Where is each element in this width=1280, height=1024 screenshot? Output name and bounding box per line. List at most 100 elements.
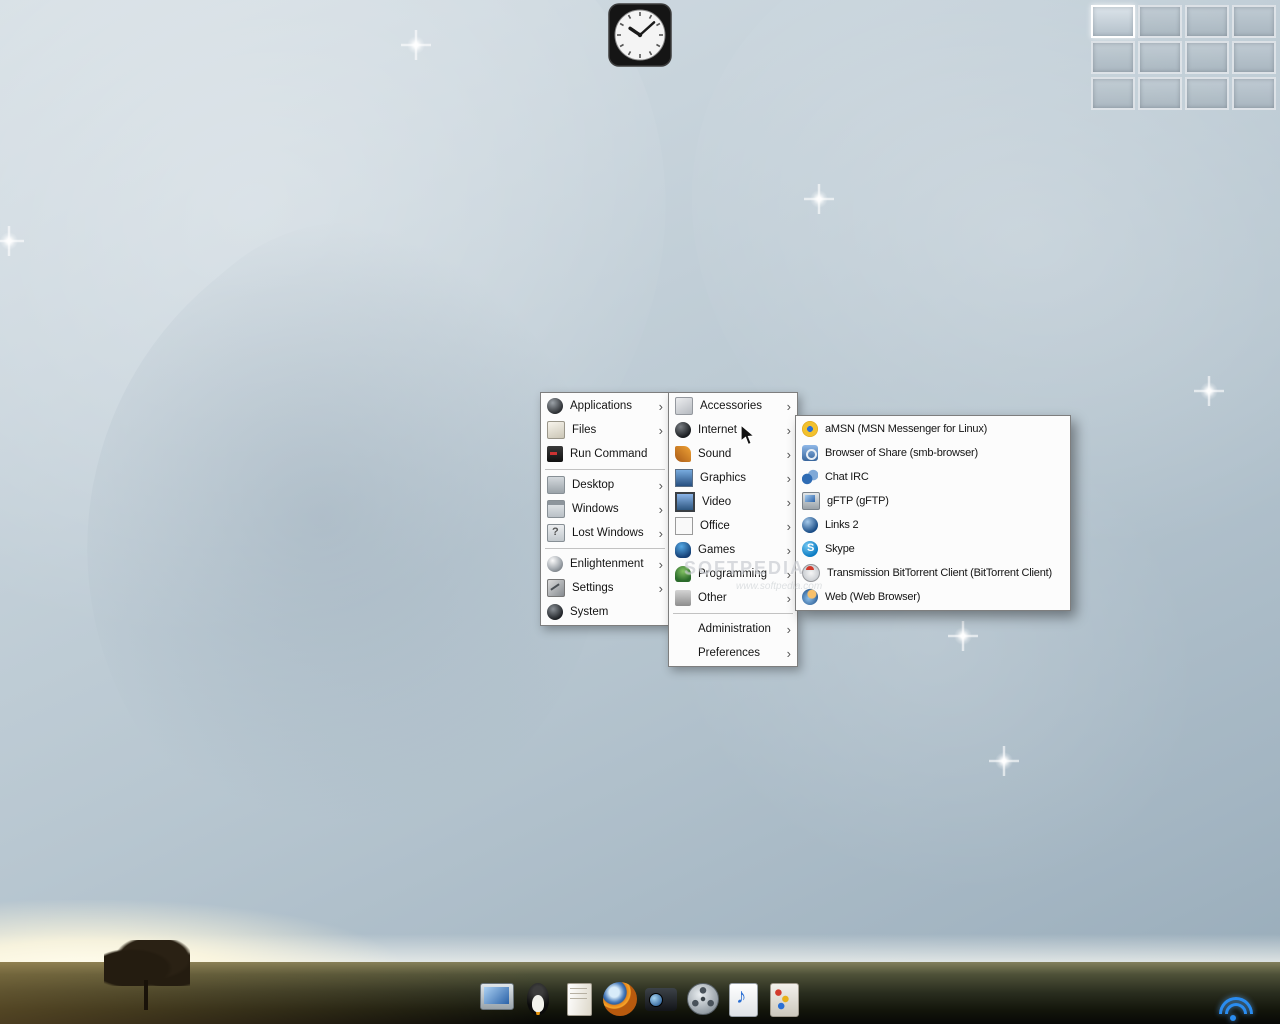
menu-item-preferences[interactable]: Preferences › — [670, 641, 796, 665]
menu-item-amsn[interactable]: aMSN (MSN Messenger for Linux) — [797, 417, 1069, 441]
files-icon[interactable] — [560, 980, 598, 1018]
desktop[interactable]: Applications › Files › Run Command Deskt… — [0, 0, 1280, 1024]
menu-item-links2[interactable]: Links 2 — [797, 513, 1069, 537]
menu-item-label: Enlightenment — [570, 558, 653, 570]
pager-cell[interactable] — [1185, 41, 1229, 74]
pager-cell[interactable] — [1091, 77, 1135, 110]
submenu-arrow-icon: › — [787, 544, 791, 557]
menu-item-internet[interactable]: Internet › — [670, 418, 796, 442]
menu-item-sound[interactable]: Sound › — [670, 442, 796, 466]
clock-gadget[interactable] — [608, 3, 672, 67]
menu-item-label: Video — [702, 496, 781, 508]
pager-cell[interactable] — [1185, 5, 1229, 38]
menu-item-lost-windows[interactable]: Lost Windows › — [542, 521, 668, 545]
movie-reel-icon[interactable] — [683, 980, 721, 1018]
menu-item-run-command[interactable]: Run Command — [542, 442, 668, 466]
menu-item-games[interactable]: Games › — [670, 538, 796, 562]
menu-item-graphics[interactable]: Graphics › — [670, 466, 796, 490]
ibar-dock — [478, 980, 803, 1018]
menu-item-label: Desktop — [572, 479, 653, 491]
submenu-arrow-icon: › — [787, 424, 791, 437]
image-editor-icon[interactable] — [765, 980, 803, 1018]
accessories-icon — [675, 397, 693, 415]
wifi-arc — [1219, 997, 1253, 1014]
menu-item-web-browser[interactable]: Web (Web Browser) — [797, 585, 1069, 609]
menu-item-skype[interactable]: Skype — [797, 537, 1069, 561]
blank-icon — [675, 645, 691, 661]
menu-item-system[interactable]: System — [542, 600, 668, 624]
menu-item-office[interactable]: Office › — [670, 514, 796, 538]
system-icon — [547, 604, 563, 620]
submenu-arrow-icon: › — [787, 568, 791, 581]
menu-item-transmission[interactable]: Transmission BitTorrent Client (BitTorre… — [797, 561, 1069, 585]
pager-cell[interactable] — [1232, 41, 1276, 74]
firefox-icon[interactable] — [601, 980, 639, 1018]
menu-item-gftp[interactable]: gFTP (gFTP) — [797, 489, 1069, 513]
pager-cell[interactable] — [1185, 77, 1229, 110]
menu-item-label: Skype — [825, 543, 1064, 555]
pager-cell[interactable] — [1232, 77, 1276, 110]
pager-cell[interactable] — [1091, 5, 1135, 38]
sparkle-star — [401, 30, 431, 60]
submenu-arrow-icon: › — [659, 400, 663, 413]
applications-menu: Accessories › Internet › Sound › Graphic… — [668, 392, 798, 667]
folder-icon — [547, 421, 565, 439]
menu-item-files[interactable]: Files › — [542, 418, 668, 442]
wifi-icon[interactable] — [1212, 992, 1254, 1022]
menu-item-label: Transmission BitTorrent Client (BitTorre… — [827, 567, 1064, 579]
menu-item-enlightenment[interactable]: Enlightenment › — [542, 552, 668, 576]
menu-item-label: Links 2 — [825, 519, 1064, 531]
blank-icon — [675, 621, 691, 637]
pager — [1091, 5, 1276, 110]
menu-item-label: gFTP (gFTP) — [827, 495, 1064, 507]
other-icon — [675, 590, 691, 606]
submenu-arrow-icon: › — [787, 472, 791, 485]
menu-item-settings[interactable]: Settings › — [542, 576, 668, 600]
amsn-icon — [802, 421, 818, 437]
menu-item-label: Programming — [698, 568, 781, 580]
menu-item-administration[interactable]: Administration › — [670, 617, 796, 641]
office-icon — [675, 517, 693, 535]
tux-icon[interactable] — [519, 980, 557, 1018]
pager-cell[interactable] — [1138, 41, 1182, 74]
wallpaper-swirl — [527, 249, 1280, 1024]
submenu-arrow-icon: › — [659, 582, 663, 595]
internet-icon — [675, 422, 691, 438]
submenu-arrow-icon: › — [787, 520, 791, 533]
sparkle-star — [804, 184, 834, 214]
sparkle-star — [948, 621, 978, 651]
games-icon — [675, 542, 691, 558]
menu-item-label: Files — [572, 424, 653, 436]
music-icon[interactable] — [724, 980, 762, 1018]
menu-item-smb-browser[interactable]: Browser of Share (smb-browser) — [797, 441, 1069, 465]
menu-item-accessories[interactable]: Accessories › — [670, 394, 796, 418]
submenu-arrow-icon: › — [659, 479, 663, 492]
run-command-icon — [547, 446, 563, 462]
menu-item-label: Accessories — [700, 400, 781, 412]
menu-item-video[interactable]: Video › — [670, 490, 796, 514]
submenu-arrow-icon: › — [787, 448, 791, 461]
sparkle-star — [0, 226, 24, 256]
web-browser-icon — [802, 589, 818, 605]
computer-icon[interactable] — [478, 980, 516, 1018]
pager-cell[interactable] — [1091, 41, 1135, 74]
menu-item-applications[interactable]: Applications › — [542, 394, 668, 418]
video-icon — [675, 492, 695, 512]
menu-item-chat-irc[interactable]: Chat IRC — [797, 465, 1069, 489]
menu-item-label: Web (Web Browser) — [825, 591, 1064, 603]
internet-menu: aMSN (MSN Messenger for Linux) Browser o… — [795, 415, 1071, 611]
menu-item-label: Other — [698, 592, 781, 604]
menu-item-windows[interactable]: Windows › — [542, 497, 668, 521]
pager-cell[interactable] — [1138, 77, 1182, 110]
enlightenment-icon — [547, 556, 563, 572]
menu-item-other[interactable]: Other › — [670, 586, 796, 610]
video-camera-icon[interactable] — [642, 980, 680, 1018]
submenu-arrow-icon: › — [787, 647, 791, 660]
pager-cell[interactable] — [1232, 5, 1276, 38]
menu-item-label: Settings — [572, 582, 653, 594]
pager-cell[interactable] — [1138, 5, 1182, 38]
tree-silhouette — [102, 940, 194, 1010]
lost-windows-icon — [547, 524, 565, 542]
menu-item-programming[interactable]: Programming › — [670, 562, 796, 586]
menu-item-desktop[interactable]: Desktop › — [542, 473, 668, 497]
